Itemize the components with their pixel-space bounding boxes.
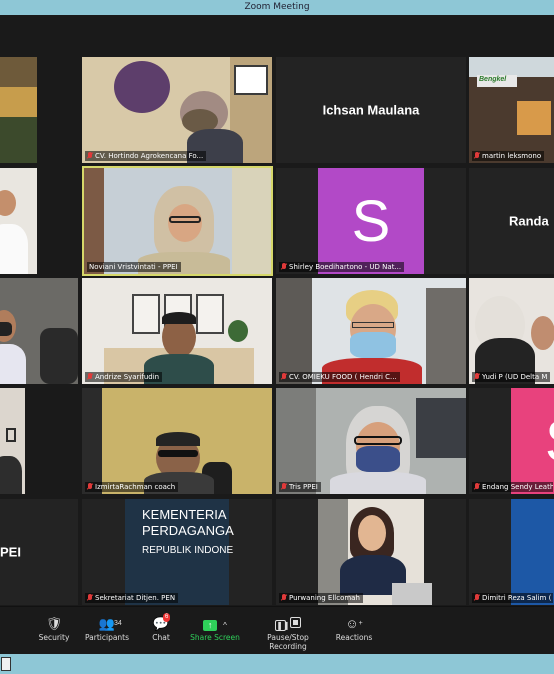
reactions-icon: ☺+ [345, 616, 363, 631]
video-tile[interactable]: CV. OMIEKU FOOD ( Hendri C... [276, 278, 466, 384]
participant-name-label: Randa [509, 213, 549, 229]
chevron-up-icon: ^ [223, 621, 227, 630]
participant-name-label: CV. OMIEKU FOOD ( Hendri C... [279, 372, 400, 382]
participant-name-label: Ichsan Maulana [322, 102, 420, 118]
chat-badge: 6 [163, 613, 171, 622]
video-tile[interactable]: S Shirley Boedihartono - UD Nat... [276, 168, 466, 274]
video-tile[interactable]: PEI [0, 499, 78, 605]
participant-name-label: Sekretariat Ditjen. PEN [85, 593, 179, 603]
participant-name-label: Dimitri Reza Salim ( [472, 593, 553, 603]
video-tile[interactable]: Ichsan Maulana [276, 57, 466, 163]
muted-mic-icon [474, 594, 480, 602]
video-tile[interactable] [0, 278, 78, 384]
reactions-button[interactable]: ☺+ Reactions [322, 613, 386, 651]
video-tile[interactable] [0, 388, 25, 494]
participant-name-label: Noviani Vristvintati - PPEI [87, 262, 181, 272]
participant-avatar: S [318, 168, 424, 274]
video-tile[interactable]: Andrize Syarifudin [82, 278, 272, 384]
video-tile[interactable]: Tris PPEI [276, 388, 466, 494]
record-label: Pause/Stop Recording [267, 633, 309, 651]
video-tile[interactable]: Yudi P (UD Delta M [469, 278, 554, 384]
participant-name-label: Andrize Syarifudin [85, 372, 163, 382]
video-tile[interactable]: S Endang Sendy Leath [469, 388, 554, 494]
muted-mic-icon [281, 373, 287, 381]
muted-mic-icon [474, 152, 480, 160]
participant-name-label: Shirley Boedihartono - UD Nat... [279, 262, 405, 272]
video-tile[interactable]: KEMENTERIA PERDAGANGA REPUBLIK INDONE Se… [82, 499, 272, 605]
share-screen-icon: ↑ ^ [183, 615, 247, 633]
video-tile[interactable]: Randa [469, 168, 554, 274]
muted-mic-icon [281, 483, 287, 491]
window-title-bar: Zoom Meeting [0, 0, 554, 15]
video-tile[interactable]: CV. Hortindo Agrokencana Fo... [82, 57, 272, 163]
muted-mic-icon [87, 373, 93, 381]
participant-name-label: martin leksmono [472, 151, 545, 161]
slide-text: PERDAGANGA [142, 523, 234, 538]
muted-mic-icon [87, 152, 93, 160]
participant-name-label: Tris PPEI [279, 482, 321, 492]
muted-mic-icon [87, 483, 93, 491]
video-tile[interactable]: Noviani Vristvintati - PPEI [82, 166, 273, 276]
muted-mic-icon [281, 263, 287, 271]
muted-mic-icon [87, 594, 93, 602]
gallery-view: PEI CV. Hortindo Agrokencana Fo... Novia… [0, 15, 554, 606]
app-icon[interactable] [1, 657, 11, 671]
participant-name-label: IzmirtaRachman coach [85, 482, 179, 492]
participant-name-label: CV. Hortindo Agrokencana Fo... [85, 151, 207, 161]
muted-mic-icon [474, 373, 480, 381]
meeting-toolbar: 🛡 Security 👥 34 Participants 💬 6 Chat ↑ ^ S… [0, 606, 554, 654]
window-title: Zoom Meeting [244, 2, 310, 12]
video-tile[interactable]: Dimitri Reza Salim ( [469, 499, 554, 605]
record-button[interactable]: ❚❚ Pause/Stop Recording [248, 613, 328, 651]
participant-name-label: Endang Sendy Leath [472, 482, 553, 492]
participant-name-label: PEI [0, 544, 21, 560]
share-screen-button[interactable]: ↑ ^ Share Screen [183, 613, 247, 651]
reactions-label: Reactions [335, 633, 373, 642]
participant-name-label: Yudi P (UD Delta M [472, 372, 551, 382]
video-tile[interactable] [0, 57, 37, 163]
share-screen-label: Share Screen [190, 633, 240, 642]
participant-name-label: Purwaning Ellcomah [279, 593, 363, 603]
video-tile[interactable] [0, 168, 37, 274]
muted-mic-icon [474, 483, 480, 491]
slide-text: KEMENTERIA [142, 507, 227, 522]
slide-text: REPUBLIK INDONE [142, 545, 234, 556]
pause-stop-icon: ❚❚ [248, 615, 328, 633]
participant-avatar: S [511, 388, 554, 494]
video-tile[interactable]: IzmirtaRachman coach [82, 388, 272, 494]
shop-sign: Bengkel [479, 76, 507, 83]
os-taskbar [0, 654, 554, 674]
video-tile[interactable]: Bengkel martin leksmono [469, 57, 554, 163]
video-tile[interactable]: Purwaning Ellcomah [276, 499, 466, 605]
muted-mic-icon [281, 594, 287, 602]
participants-count: 34 [114, 620, 122, 627]
